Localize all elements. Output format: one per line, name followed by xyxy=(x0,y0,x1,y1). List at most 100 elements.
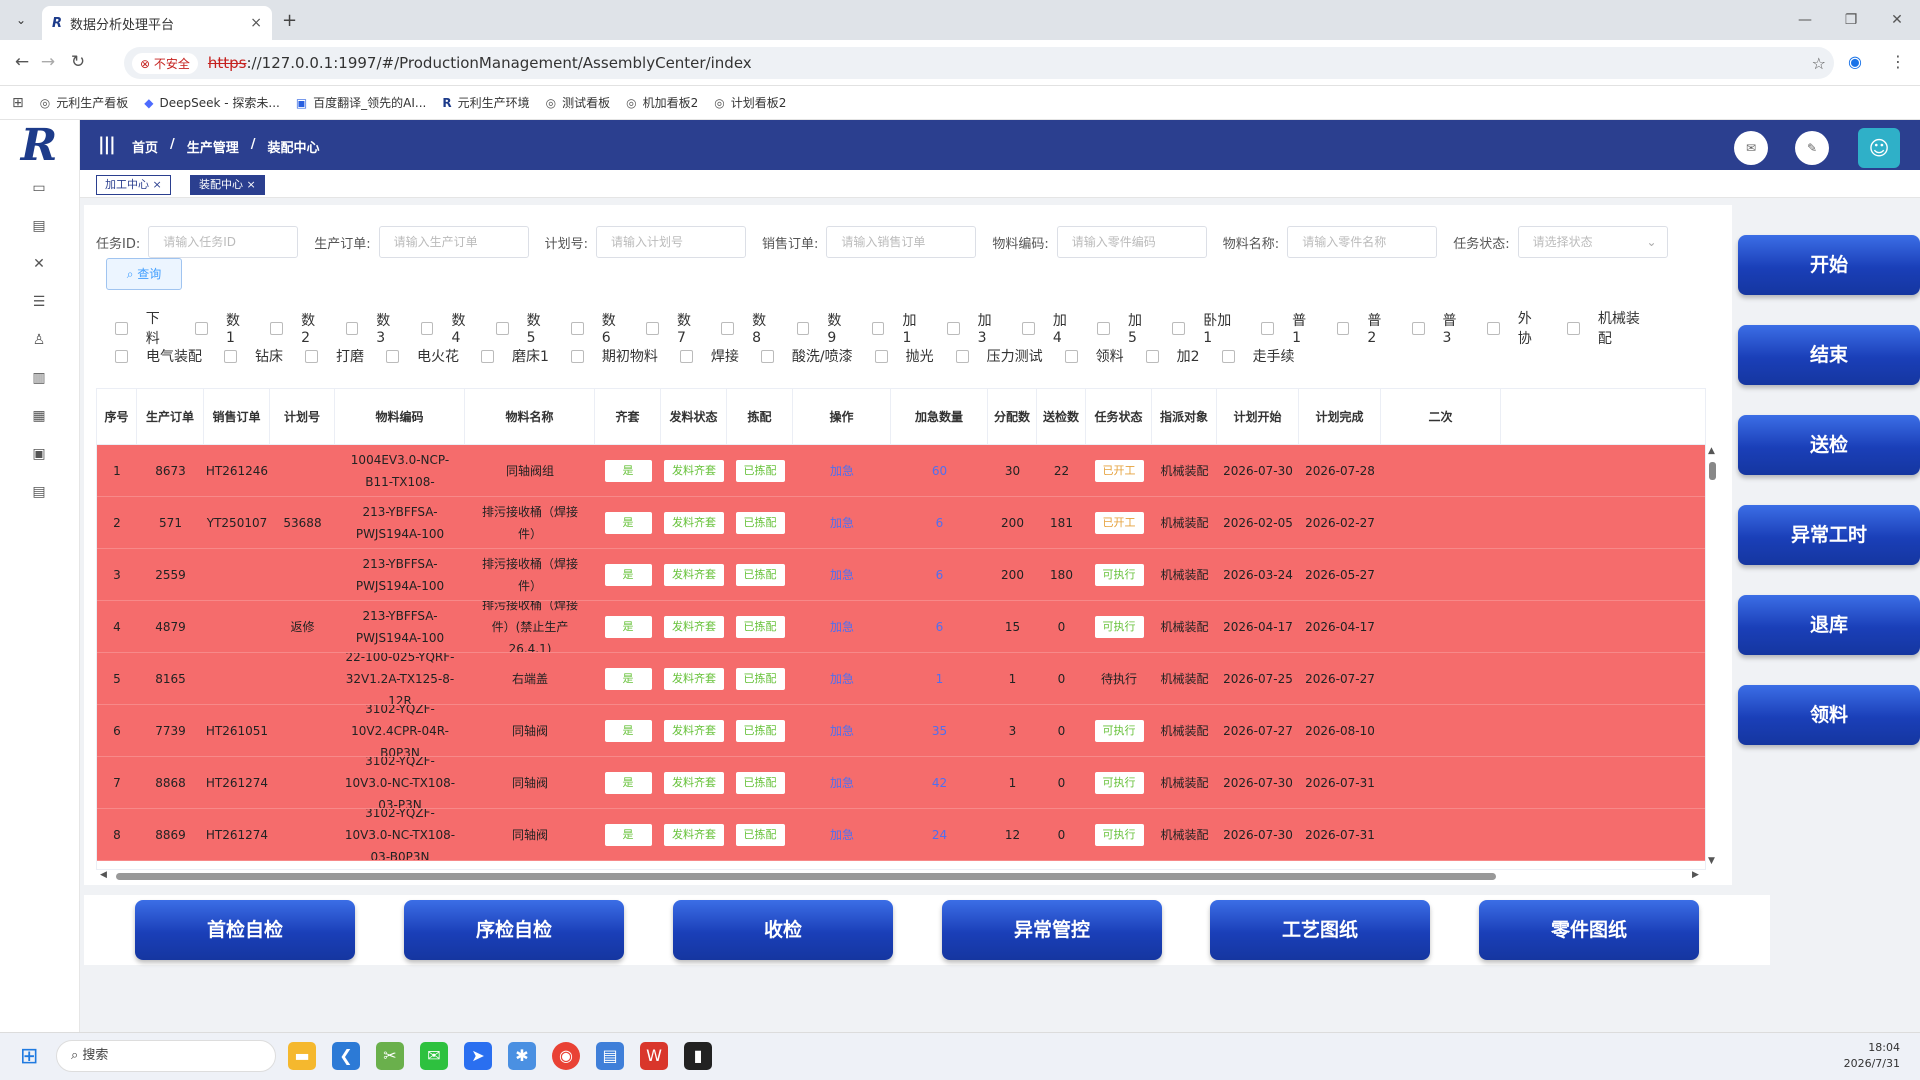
process-checkbox[interactable]: 加3 xyxy=(946,310,1000,346)
process-checkbox[interactable]: 数7 xyxy=(646,310,699,346)
task-id-input[interactable]: 请输入任务ID xyxy=(148,226,299,258)
checkbox-box[interactable] xyxy=(1336,321,1350,335)
abnormal-hours-button[interactable]: 异常工时 xyxy=(1738,505,1920,565)
return-stock-button[interactable]: 退库 xyxy=(1738,595,1920,655)
profile-icon[interactable]: ◉ xyxy=(1848,52,1862,71)
pick-material-button[interactable]: 领料 xyxy=(1738,685,1920,745)
sales-order-input[interactable]: 请输入销售订单 xyxy=(826,226,977,258)
taskbar-search[interactable]: ⌕ 搜索 xyxy=(56,1040,276,1072)
checkbox-box[interactable] xyxy=(955,349,969,363)
query-button[interactable]: ⌕ 查询 xyxy=(106,258,182,290)
user-tree-icon[interactable]: ♙ xyxy=(26,332,52,354)
process-checkbox[interactable]: 机械装配 xyxy=(1567,308,1653,348)
wechat-icon[interactable]: ✉ xyxy=(420,1042,448,1070)
process-checkbox[interactable]: 数8 xyxy=(721,310,774,346)
production-order-input[interactable]: 请输入生产订单 xyxy=(378,226,529,258)
edit-icon[interactable]: ✎ xyxy=(1795,131,1829,165)
process-checkbox[interactable]: 抛光 xyxy=(874,346,934,366)
exception-control-button[interactable]: 异常管控 xyxy=(942,900,1162,960)
menu-toggle-icon[interactable]: ||| xyxy=(98,134,116,155)
task-status-select[interactable]: 请选择状态 ⌄ xyxy=(1517,226,1668,258)
horizontal-scroll-thumb[interactable] xyxy=(116,873,1496,880)
snipping-icon[interactable]: ✂ xyxy=(376,1042,404,1070)
restore-icon[interactable]: ❐ xyxy=(1828,0,1874,40)
windows-start-icon[interactable]: ⊞ xyxy=(20,1044,38,1069)
table-row[interactable]: 3 2559 213-YBFFSA-PWJS194A-100 排污接收桶（焊接件） 是发… xyxy=(97,549,1705,601)
urgent-quantity-link[interactable]: 42 xyxy=(932,772,947,794)
bookmark-item[interactable]: ◎ 测试看板 xyxy=(546,94,611,111)
process-checkbox[interactable]: 期初物料 xyxy=(570,346,658,366)
process-checkbox[interactable]: 数9 xyxy=(796,310,850,346)
checklist-icon[interactable]: ☰ xyxy=(26,294,52,316)
process-checkbox[interactable]: 普3 xyxy=(1411,310,1465,346)
feishu-icon[interactable]: ✱ xyxy=(508,1042,536,1070)
mail-icon[interactable]: ✉ xyxy=(1734,131,1768,165)
vertical-scroll-thumb[interactable] xyxy=(1709,462,1716,480)
insecure-badge[interactable]: ⊗ 不安全 xyxy=(132,52,198,74)
plan-number-input[interactable]: 请输入计划号 xyxy=(596,226,747,258)
checkbox-box[interactable] xyxy=(679,349,693,363)
apps-icon[interactable]: ⊞ xyxy=(12,95,24,111)
process-checkbox[interactable]: 加1 xyxy=(871,310,925,346)
process-checkbox[interactable]: 钻床 xyxy=(224,346,283,366)
process-checkbox[interactable]: 加4 xyxy=(1022,310,1075,346)
bookmark-item[interactable]: ◆ DeepSeek - 探索未... xyxy=(144,94,280,111)
scroll-down-icon[interactable]: ▼ xyxy=(1708,856,1715,866)
process-checkbox[interactable]: 数5 xyxy=(495,310,549,346)
checkbox-box[interactable] xyxy=(646,321,659,335)
urgent-link[interactable]: 加急 xyxy=(830,720,854,742)
table-row[interactable]: 8 8869 HT261274 3102-YQZF-10V3.0-NC-TX108-0… xyxy=(97,809,1705,861)
table-row[interactable]: 1 8673 HT261246 3161-YQZFM-1004EV3.0-NCP-B1… xyxy=(97,445,1705,497)
table-row[interactable]: 2 571 YT250107 53688 213-YBFFSA-PWJS194A-100… xyxy=(97,497,1705,549)
forward-icon[interactable]: → xyxy=(36,52,60,72)
urgent-link[interactable]: 加急 xyxy=(830,824,854,846)
finish-button[interactable]: 结束 xyxy=(1738,325,1920,385)
checkbox-box[interactable] xyxy=(1261,321,1275,335)
process-checkbox[interactable]: 数2 xyxy=(270,310,323,346)
table-row[interactable]: 5 8165 22-100-025-YQRF-32V1.2A-TX125-8-12R… xyxy=(97,653,1705,705)
process-checkbox[interactable]: 卧加1 xyxy=(1172,310,1239,346)
process-checkbox[interactable]: 打磨 xyxy=(305,346,364,366)
vertical-scrollbar[interactable] xyxy=(1706,448,1718,868)
checkbox-box[interactable] xyxy=(1022,321,1035,335)
urgent-quantity-link[interactable]: 1 xyxy=(936,668,944,690)
process-checkbox[interactable]: 电气装配 xyxy=(115,346,202,366)
bookmark-item[interactable]: ▣ 百度翻译_领先的AI... xyxy=(296,94,427,111)
bookmark-item[interactable]: R 元利生产环境 xyxy=(442,94,529,111)
table-row[interactable]: 7 8868 HT261274 3102-YQZF-10V3.0-NC-TX108-0… xyxy=(97,757,1705,809)
browser-tab[interactable]: R 数据分析处理平台 × xyxy=(42,6,272,40)
checkbox-box[interactable] xyxy=(871,321,885,335)
process-checkbox[interactable]: 电火花 xyxy=(386,346,459,366)
send-inspection-button[interactable]: 送检 xyxy=(1738,415,1920,475)
document-search-icon[interactable]: ▤ xyxy=(26,218,52,240)
process-checkbox[interactable]: 领料 xyxy=(1064,346,1124,366)
checkbox-box[interactable] xyxy=(570,349,584,363)
urgent-quantity-link[interactable]: 6 xyxy=(936,564,944,586)
urgent-link[interactable]: 加急 xyxy=(830,616,854,638)
report-icon[interactable]: ▦ xyxy=(26,408,52,430)
process-checkbox[interactable]: 压力测试 xyxy=(955,346,1043,366)
tab-close-icon[interactable]: × xyxy=(250,15,262,31)
calendar-icon[interactable]: ▤ xyxy=(26,484,52,506)
checkbox-box[interactable] xyxy=(571,321,584,335)
checkbox-box[interactable] xyxy=(305,349,318,363)
urgent-link[interactable]: 加急 xyxy=(830,772,854,794)
bookmark-star-icon[interactable]: ☆ xyxy=(1812,54,1826,73)
checkbox-box[interactable] xyxy=(1064,349,1078,363)
notepad-icon[interactable]: ▤ xyxy=(596,1042,624,1070)
address-bar[interactable]: ⊗ 不安全 https ://127.0.0.1:1997/#/Producti… xyxy=(124,47,1834,79)
checkbox-box[interactable] xyxy=(1567,321,1580,335)
part-drawing-button[interactable]: 零件图纸 xyxy=(1479,900,1699,960)
checkbox-box[interactable] xyxy=(721,321,735,335)
urgent-quantity-link[interactable]: 24 xyxy=(932,824,947,846)
process-checkbox[interactable]: 酸洗/喷漆 xyxy=(760,346,853,366)
tools-icon[interactable]: ✕ xyxy=(26,256,52,278)
file-explorer-icon[interactable]: ▬ xyxy=(288,1042,316,1070)
checkbox-box[interactable] xyxy=(386,349,399,363)
table-row[interactable]: 4 4879 返修 213-YBFFSA-PWJS194A-100 排污接收桶（焊接件）… xyxy=(97,601,1705,653)
new-tab-icon[interactable]: + xyxy=(282,10,297,31)
bookmark-item[interactable]: ◎ 机加看板2 xyxy=(626,94,698,111)
breadcrumb-home[interactable]: 首页 xyxy=(132,137,158,156)
checkbox-box[interactable] xyxy=(115,321,128,335)
process-inspection-button[interactable]: 序检自检 xyxy=(404,900,624,960)
